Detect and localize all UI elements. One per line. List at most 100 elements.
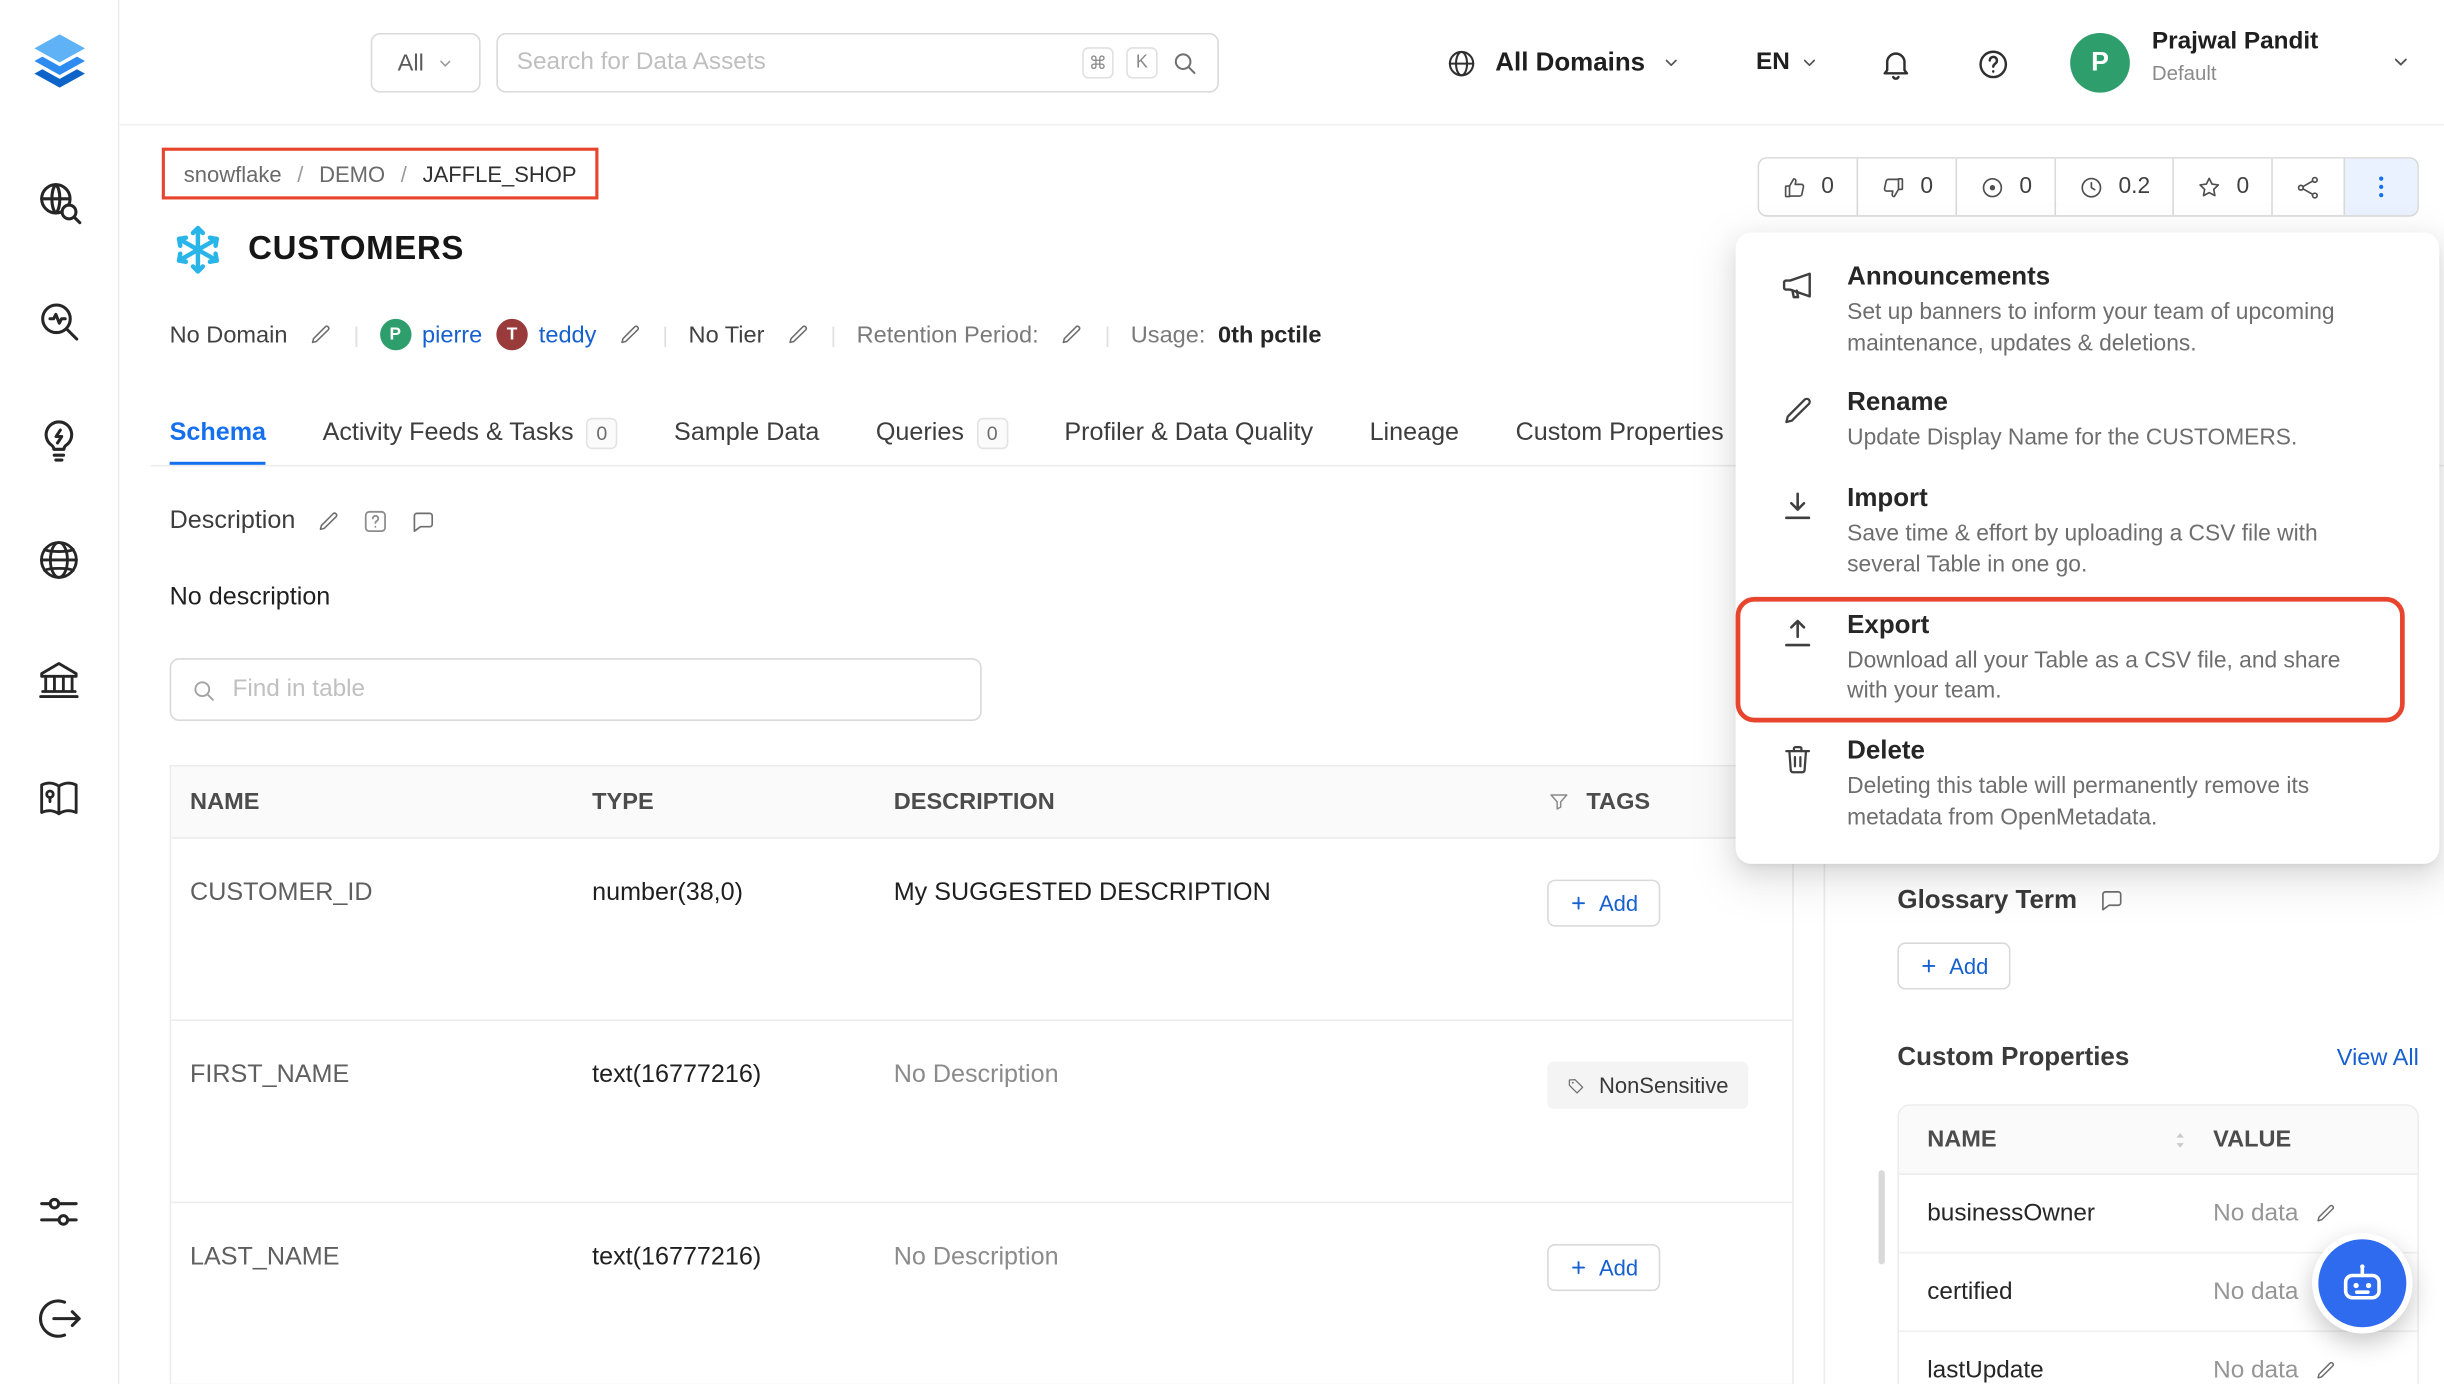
menu-item-description: Set up banners to inform your team of up…: [1847, 298, 2365, 360]
edit-owners-icon[interactable]: [617, 322, 642, 347]
owner-teddy[interactable]: Tteddy: [496, 319, 596, 350]
user-menu[interactable]: Prajwal Pandit Default: [2152, 28, 2318, 85]
tab-count-badge: 0: [586, 417, 617, 448]
search-scope-select[interactable]: All: [371, 33, 481, 93]
sort-icon[interactable]: [2169, 1129, 2191, 1151]
menu-item-rename[interactable]: RenameUpdate Display Name for the CUSTOM…: [1736, 375, 2440, 470]
notifications-button[interactable]: [1875, 44, 1916, 85]
upvote-button[interactable]: 0: [1758, 159, 1856, 216]
tier-value: No Tier: [689, 321, 765, 348]
column-tags: Add: [1528, 880, 1792, 927]
sidebar-item-govern[interactable]: [32, 652, 85, 705]
cp-header-name-label: NAME: [1927, 1126, 1996, 1153]
tab-profiler-data-quality[interactable]: Profiler & Data Quality: [1064, 401, 1313, 465]
add-tag-button[interactable]: Add: [1547, 880, 1660, 927]
divider: |: [662, 322, 668, 347]
edit-domain-icon[interactable]: [308, 322, 333, 347]
sidebar-item-explore[interactable]: [32, 174, 85, 227]
menu-item-description: Deleting this table will permanently rem…: [1847, 773, 2365, 835]
tag-chip[interactable]: NonSensitive: [1547, 1062, 1747, 1109]
owner-pierre[interactable]: Ppierre: [380, 319, 483, 350]
stat-value: 0: [1920, 174, 1933, 199]
logout-icon: [35, 1293, 84, 1342]
usage-label: Usage:: [1131, 321, 1206, 348]
search-icon: [190, 676, 217, 703]
user-avatar[interactable]: P: [2070, 33, 2130, 93]
pencil-icon[interactable]: [2314, 1202, 2338, 1226]
glossary-term-title: Glossary Term: [1897, 886, 2077, 916]
edit-retention-icon[interactable]: [1059, 322, 1084, 347]
thumbs-down-icon: [1879, 174, 1906, 201]
edit-tier-icon[interactable]: [785, 322, 810, 347]
tab-label: Profiler & Data Quality: [1064, 419, 1313, 447]
breadcrumb-item[interactable]: DEMO: [319, 161, 385, 186]
header-type[interactable]: TYPE: [573, 788, 875, 815]
menu-item-announcements[interactable]: AnnouncementsSet up banners to inform yo…: [1736, 248, 2440, 374]
downvote-button[interactable]: 0: [1856, 159, 1955, 216]
tab-custom-properties[interactable]: Custom Properties: [1516, 401, 1724, 465]
sidebar-item-observability[interactable]: [32, 294, 85, 347]
breadcrumb-item[interactable]: JAFFLE_SHOP: [423, 161, 577, 186]
owner-link[interactable]: pierre: [422, 321, 482, 348]
domains-select[interactable]: All Domains: [1445, 0, 1681, 126]
request-description-icon[interactable]: [361, 507, 389, 535]
tab-schema[interactable]: Schema: [170, 401, 266, 465]
language-select[interactable]: EN: [1756, 0, 1818, 126]
header-description[interactable]: DESCRIPTION: [875, 788, 1528, 815]
sidebar-item-domains[interactable]: [32, 532, 85, 585]
tab-lineage[interactable]: Lineage: [1370, 401, 1459, 465]
divider: |: [353, 322, 359, 347]
comment-icon[interactable]: [2099, 887, 2126, 914]
chat-bot-button[interactable]: [2312, 1233, 2413, 1334]
sidebar-item-settings[interactable]: [32, 1184, 85, 1237]
scrollbar-thumb[interactable]: [1879, 1170, 1885, 1264]
share-button[interactable]: [2271, 159, 2343, 216]
menu-item-text: ExportDownload all your Table as a CSV f…: [1847, 610, 2365, 708]
search-icon[interactable]: [1170, 49, 1198, 77]
chevron-down-icon[interactable]: [2391, 52, 2411, 72]
menu-item-import[interactable]: ImportSave time & effort by uploading a …: [1736, 470, 2440, 596]
sidebar-item-logout[interactable]: [32, 1291, 85, 1344]
glossary-icon: [35, 774, 84, 823]
menu-item-export[interactable]: ExportDownload all your Table as a CSV f…: [1736, 596, 2405, 722]
tab-activity-feeds-tasks[interactable]: Activity Feeds & Tasks0: [323, 401, 618, 465]
owner-link[interactable]: teddy: [539, 321, 597, 348]
help-button[interactable]: [1973, 44, 2014, 85]
shortcut-cmd-key: ⌘: [1082, 47, 1113, 78]
retention-label: Retention Period:: [857, 321, 1039, 348]
find-in-table[interactable]: [170, 658, 982, 721]
tab-queries[interactable]: Queries0: [876, 401, 1008, 465]
tab-sample-data[interactable]: Sample Data: [674, 401, 819, 465]
version-button[interactable]: 0.2: [2054, 159, 2172, 216]
header-name[interactable]: NAME: [171, 788, 573, 815]
user-team: Default: [2152, 61, 2318, 85]
tab-label: Schema: [170, 419, 266, 447]
add-glossary-term-button[interactable]: Add: [1897, 942, 2010, 989]
views-button[interactable]: 0: [1955, 159, 2054, 216]
add-tag-button[interactable]: Add: [1547, 1244, 1660, 1291]
plus-icon: [1569, 1258, 1588, 1277]
sidebar-item-insights[interactable]: [32, 413, 85, 466]
tab-label: Lineage: [1370, 419, 1459, 447]
global-search[interactable]: ⌘ K: [496, 33, 1219, 93]
comment-icon[interactable]: [410, 508, 437, 535]
divider: |: [830, 322, 836, 347]
column-type: text(16777216): [573, 1062, 875, 1090]
cp-header-name[interactable]: NAME: [1899, 1126, 2213, 1153]
global-search-input[interactable]: [517, 49, 1070, 77]
no-data-text: No data: [2213, 1356, 2298, 1384]
add-label: Add: [1599, 891, 1638, 916]
sidebar-item-glossary[interactable]: [32, 771, 85, 824]
pencil-icon[interactable]: [2314, 1359, 2338, 1383]
filter-icon[interactable]: [1547, 790, 1571, 814]
view-all-link[interactable]: View All: [2337, 1045, 2419, 1072]
app-logo[interactable]: [26, 28, 92, 102]
explore-icon: [35, 177, 84, 226]
find-in-table-input[interactable]: [232, 675, 961, 703]
megaphone-icon: [1780, 267, 1816, 360]
edit-description-icon[interactable]: [316, 509, 341, 534]
menu-item-delete[interactable]: DeleteDeleting this table will permanent…: [1736, 723, 2440, 849]
breadcrumb-item[interactable]: snowflake: [184, 161, 282, 186]
star-button[interactable]: 0: [2172, 159, 2271, 216]
more-actions-button[interactable]: [2343, 159, 2417, 216]
